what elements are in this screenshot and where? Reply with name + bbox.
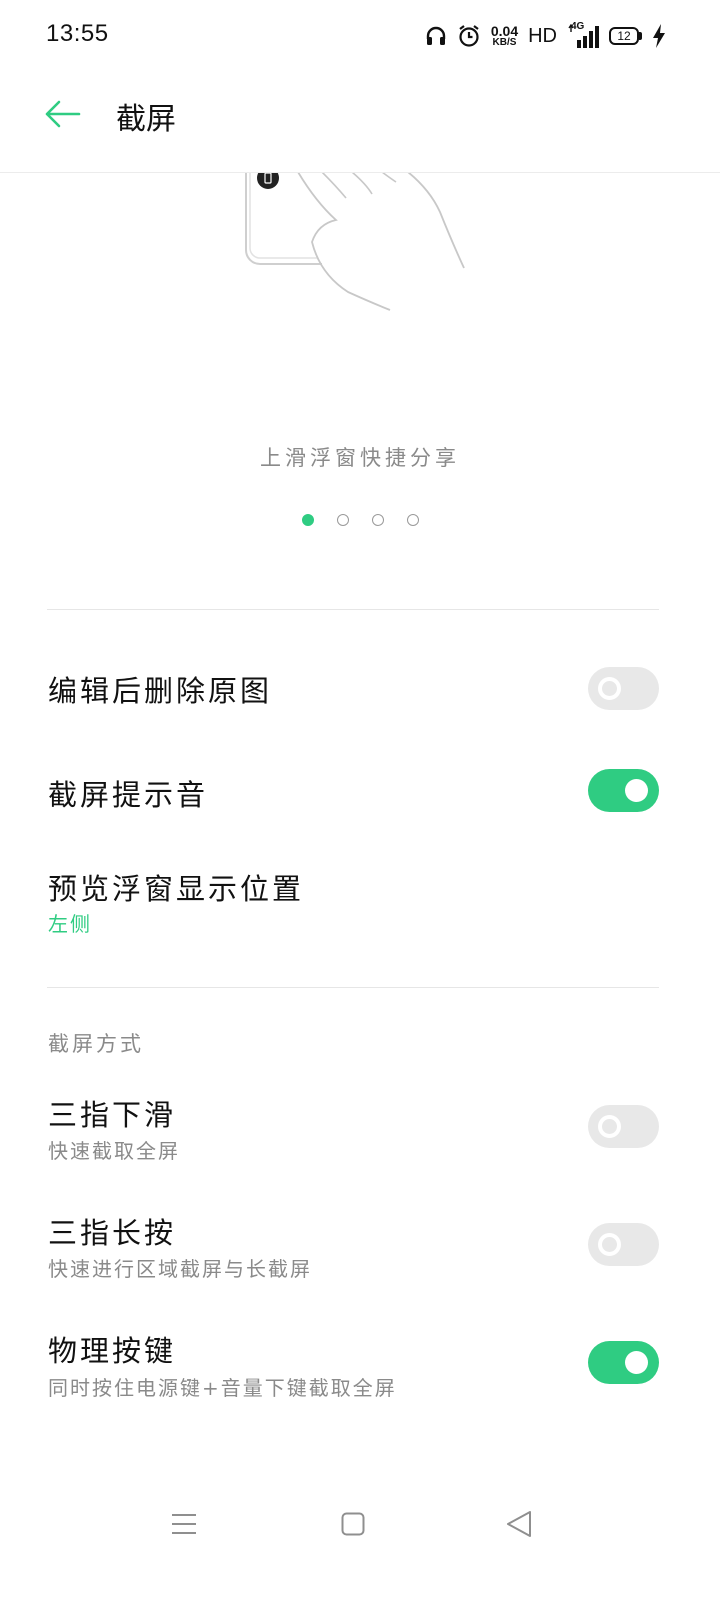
network-speed-value: 0.04: [490, 23, 519, 39]
toggle-knob: [598, 1115, 621, 1138]
toggle-knob: [625, 779, 648, 802]
setting-subtitle: 同时按住电源键+音量下键截取全屏: [48, 1376, 397, 1400]
pager-dot-2[interactable]: [336, 514, 349, 526]
toggle-knob: [598, 677, 621, 700]
back-button[interactable]: [40, 94, 84, 138]
battery-level: 12: [609, 27, 639, 45]
method-physical-keys[interactable]: 物理按键 同时按住电源键+音量下键截取全屏: [0, 1316, 720, 1424]
pager-dot-3[interactable]: [371, 514, 384, 526]
three-finger-hold-toggle[interactable]: [588, 1223, 659, 1266]
method-three-finger-hold[interactable]: 三指长按 快速进行区域截屏与长截屏: [0, 1198, 720, 1306]
status-bar: 13:55 0.04 KB/S HD 4G 12: [0, 0, 720, 72]
pager-dot-1[interactable]: [301, 514, 314, 526]
setting-title: 预览浮窗显示位置: [48, 872, 305, 906]
home-button[interactable]: [331, 1504, 375, 1548]
recent-apps-button[interactable]: [162, 1504, 206, 1548]
carousel-caption: 上滑浮窗快捷分享: [260, 446, 460, 470]
app-bar: 截屏: [0, 72, 720, 173]
hd-indicator: HD: [528, 24, 557, 47]
back-icon: [506, 1510, 532, 1542]
toggle-knob: [598, 1233, 621, 1256]
menu-icon: [171, 1513, 197, 1539]
method-three-finger-swipe[interactable]: 三指下滑 快速截取全屏: [0, 1080, 720, 1188]
setting-title: 截屏提示音: [48, 778, 209, 812]
gesture-illustration: [0, 172, 720, 332]
section-header: 截屏方式: [48, 1032, 144, 1056]
signal-icon: 4G: [567, 21, 599, 48]
divider: [47, 609, 659, 610]
setting-delete-original[interactable]: 编辑后删除原图: [0, 640, 720, 740]
delete-original-toggle[interactable]: [588, 667, 659, 710]
battery-icon: 12: [609, 27, 642, 45]
setting-shutter-sound[interactable]: 截屏提示音: [0, 742, 720, 842]
arrow-left-icon: [43, 99, 81, 133]
carousel-pager[interactable]: [0, 514, 720, 526]
page-title: 截屏: [116, 102, 176, 137]
setting-subtitle: 快速截取全屏: [48, 1139, 180, 1163]
setting-title: 三指长按: [48, 1216, 177, 1250]
pager-dot-4[interactable]: [406, 514, 419, 526]
status-icons: 0.04 KB/S HD 4G 12: [425, 21, 666, 50]
divider: [47, 987, 659, 988]
setting-subtitle: 快速进行区域截屏与长截屏: [48, 1257, 312, 1281]
navigation-bar: [0, 1490, 720, 1562]
shutter-sound-toggle[interactable]: [588, 769, 659, 812]
network-type-label: 4G: [571, 21, 585, 32]
network-speed: 0.04 KB/S: [491, 24, 518, 48]
physical-keys-toggle[interactable]: [588, 1341, 659, 1384]
setting-title: 三指下滑: [48, 1098, 177, 1132]
screenshot-settings-screen: 13:55 0.04 KB/S HD 4G 12 截屏 上滑浮窗快捷分享 编辑后…: [0, 0, 720, 1600]
home-icon: [341, 1512, 365, 1540]
setting-value: 左侧: [48, 912, 92, 936]
headphones-icon: [425, 25, 447, 47]
setting-preview-position[interactable]: 预览浮窗显示位置 左侧: [0, 844, 720, 964]
setting-title: 编辑后删除原图: [48, 674, 273, 708]
alarm-icon: [457, 24, 481, 48]
network-speed-unit: KB/S: [492, 37, 517, 48]
toggle-knob: [625, 1351, 648, 1374]
nav-back-button[interactable]: [497, 1504, 541, 1548]
charging-icon: [652, 24, 666, 48]
status-time: 13:55: [46, 20, 109, 47]
setting-title: 物理按键: [48, 1334, 177, 1368]
three-finger-swipe-toggle[interactable]: [588, 1105, 659, 1148]
